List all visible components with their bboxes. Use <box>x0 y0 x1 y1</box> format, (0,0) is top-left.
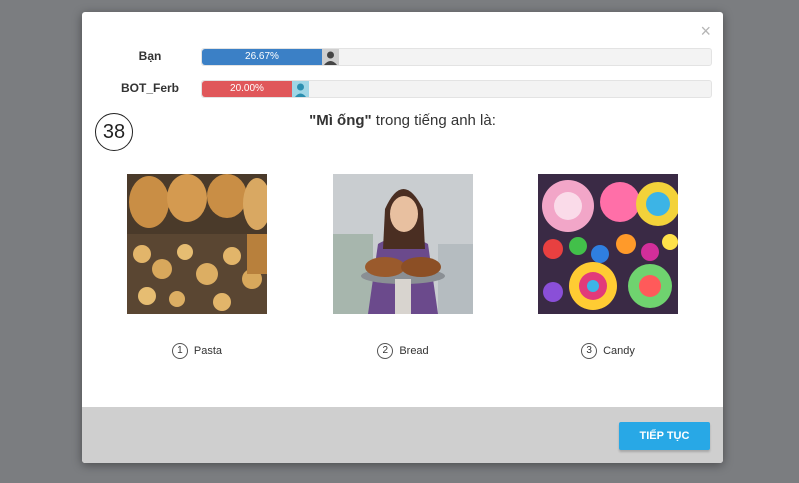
option-text: Bread <box>399 344 429 357</box>
continue-button[interactable]: TIẾP TỤC <box>619 422 710 450</box>
quiz-modal: × Bạn 26.67% BOT_Ferb 20.00% 38 "Mì ống"… <box>82 12 723 463</box>
answer-option-1[interactable]: 1 Pasta <box>127 174 267 359</box>
player-row-you: Bạn 26.67% <box>82 47 723 67</box>
option-number: 3 <box>581 343 598 359</box>
progress-percent: 20.00% <box>230 83 264 94</box>
progress-fill: 26.67% <box>202 49 322 65</box>
user-avatar-icon <box>322 49 339 65</box>
option-number: 1 <box>171 343 188 359</box>
progress-track: 20.00% <box>201 80 712 98</box>
answer-option-2[interactable]: 2 Bread <box>333 174 473 359</box>
progress-track: 26.67% <box>201 48 712 66</box>
player-name: Bạn <box>138 49 162 63</box>
answer-option-3[interactable]: 3 Candy <box>538 174 678 359</box>
option-number: 2 <box>377 343 394 359</box>
progress-fill: 20.00% <box>202 81 292 97</box>
player-name: BOT_Ferb <box>120 81 179 95</box>
candy-image <box>538 174 678 314</box>
option-label: 1 Pasta <box>127 343 267 359</box>
option-text: Pasta <box>193 344 223 357</box>
close-icon[interactable]: × <box>700 22 711 40</box>
bread-image <box>333 174 473 314</box>
question-rest: trong tiếng anh là: <box>371 112 496 129</box>
progress-percent: 26.67% <box>245 51 279 62</box>
option-label: 2 Bread <box>333 343 473 359</box>
question-text: "Mì ống" trong tiếng anh là: <box>82 112 723 129</box>
modal-footer: TIẾP TỤC <box>82 407 723 463</box>
pasta-image <box>127 174 267 314</box>
player-row-bot: BOT_Ferb 20.00% <box>82 79 723 99</box>
question-term: "Mì ống" <box>309 112 372 129</box>
option-label: 3 Candy <box>538 343 678 359</box>
option-text: Candy <box>603 344 635 357</box>
bot-avatar-icon <box>292 81 309 97</box>
